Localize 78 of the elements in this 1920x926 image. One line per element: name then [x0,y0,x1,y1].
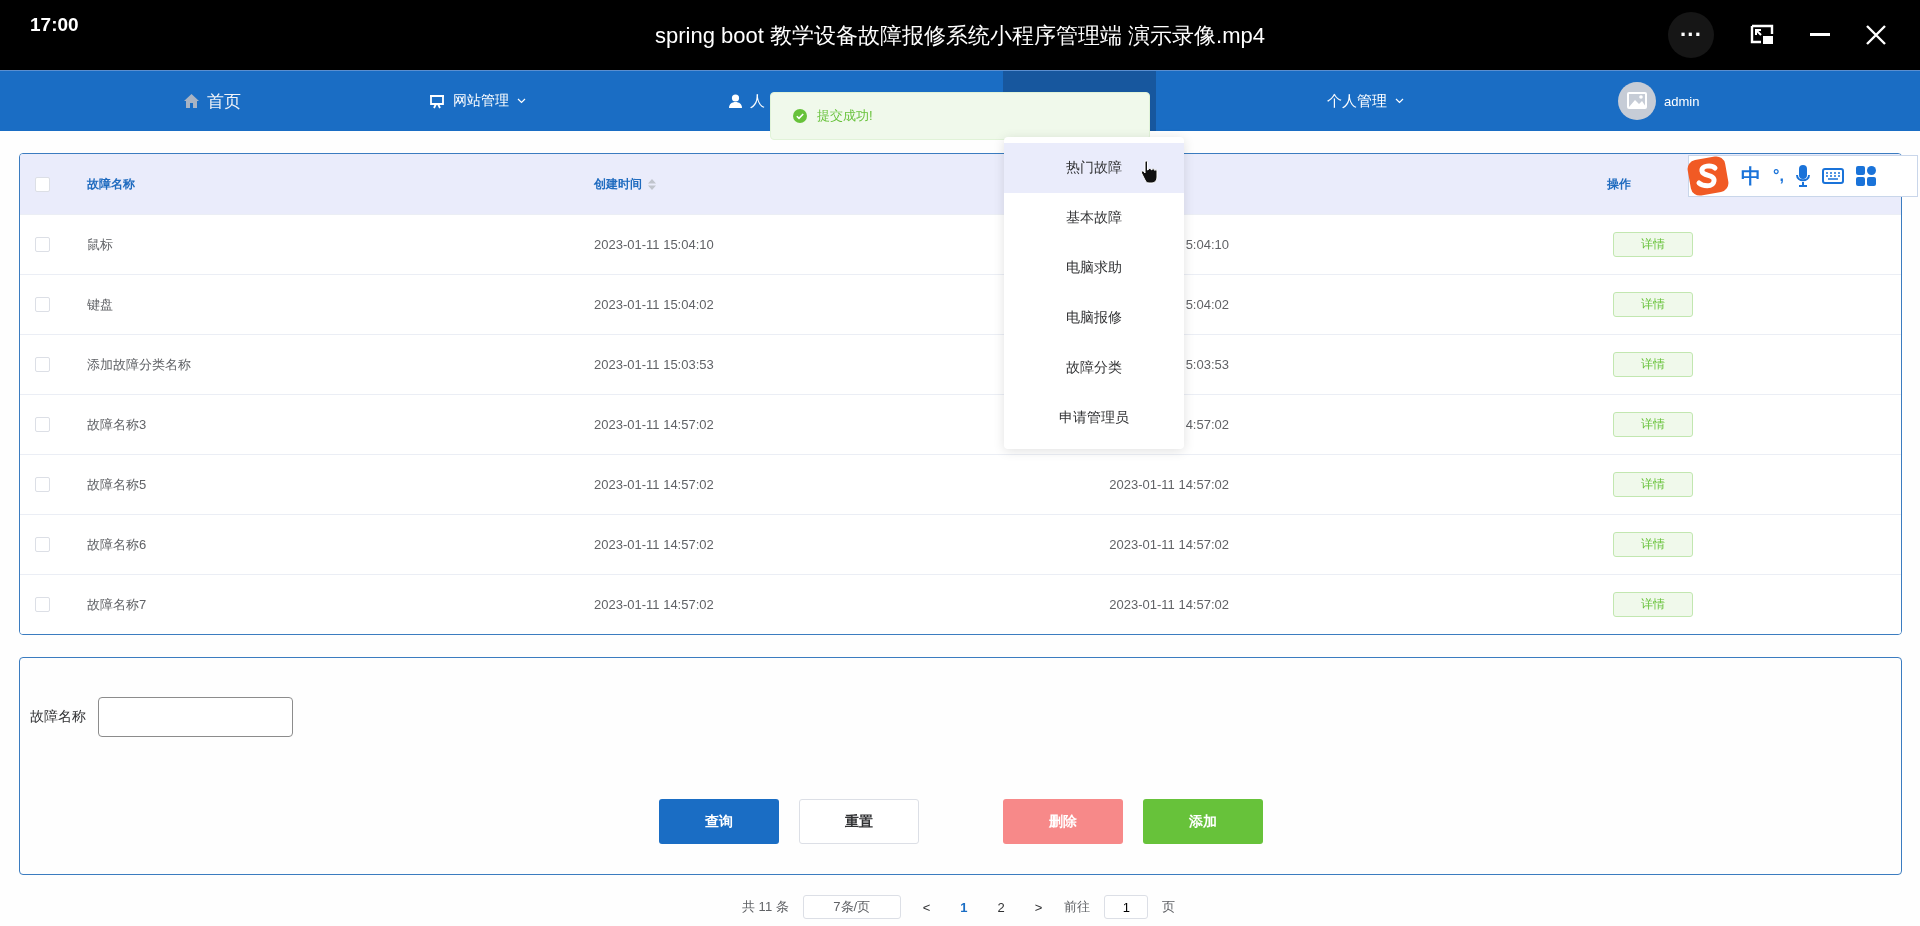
table-cell: 2023-01-11 14:57:02 [594,537,714,552]
table-cell: 鼠标 [87,235,113,254]
table-cell: 5:04:10 [1185,237,1229,252]
video-title: spring boot 教学设备故障报修系统小程序管理端 演示录像.mp4 [655,22,1265,50]
checkbox[interactable] [35,176,50,192]
hand-cursor-icon [1140,160,1158,184]
checkbox[interactable] [35,417,50,432]
page-suffix: 页 [1162,898,1176,916]
table-cell: 2023-01-11 14:57:02 [1109,537,1229,552]
user-icon [729,94,742,108]
page-size-select[interactable]: 7条/页 [802,895,901,919]
home-icon [184,94,199,108]
table-cell: 故障名称7 [87,595,147,614]
checkbox[interactable] [35,297,50,312]
checkbox[interactable] [35,477,50,492]
page-number[interactable]: 2 [989,899,1013,915]
table-cell: 2023-01-11 15:04:02 [594,297,714,312]
table-cell: 2023-01-11 14:57:02 [1109,597,1229,612]
checkbox[interactable] [35,537,50,552]
caret-icon [517,98,526,104]
table-cell: 2023-01-11 14:57:02 [594,597,714,612]
column-header: 创建时间 [594,175,642,193]
nav-item[interactable]: 网站管理 [409,71,546,131]
microphone-icon[interactable] [1795,165,1810,187]
avatar-icon [1618,82,1656,120]
table-cell: 2023-01-11 15:04:10 [594,237,714,252]
table-cell: 2023-01-11 14:57:02 [1109,477,1229,492]
table-cell: 2023-01-11 15:03:53 [594,357,714,372]
menu-item[interactable]: 电脑报修 [1004,293,1184,343]
name-input-field[interactable] [98,697,293,737]
query-button[interactable]: 查询 [658,799,779,844]
checkbox[interactable] [35,597,50,612]
table-cell: 2023-01-11 14:57:02 [594,477,714,492]
keyboard-icon[interactable] [1821,168,1844,184]
table-cell: 故障名称3 [87,415,147,434]
close-icon[interactable] [1866,25,1886,45]
page-number[interactable]: 1 [952,899,976,915]
menu-item[interactable]: 电脑求助 [1004,243,1184,293]
table-cell: 添加故障分类名称 [87,355,191,374]
table-cell: 5:04:02 [1185,297,1229,312]
menu-item[interactable]: 热门故障 [1004,143,1184,193]
checkbox[interactable] [35,357,50,372]
picture-in-picture-icon[interactable] [1750,24,1774,46]
input-mode[interactable]: 中 [1741,162,1761,190]
table-cell: 故障名称5 [87,475,147,494]
nav-item[interactable]: admin [1598,71,1720,131]
next-page-button[interactable]: > [1026,899,1051,915]
table-cell: 键盘 [87,295,113,314]
nav-item[interactable]: 首页 [164,71,261,131]
goto-label: 前往 [1064,898,1091,916]
total-count: 共 11 条 [742,898,789,916]
grid-icon[interactable] [1855,166,1876,186]
nav-item[interactable]: 人 [709,71,785,131]
clock-time: 17:00 [30,14,79,36]
reset-button[interactable]: 重置 [798,799,919,844]
field-label: 故障名称 [30,708,86,726]
table-cell: 故障名称6 [87,535,147,554]
caret-icon [1395,98,1404,104]
menu-item[interactable]: 基本故障 [1004,193,1184,243]
menu-item[interactable]: 申请管理员 [1004,393,1184,443]
prev-page-button[interactable]: < [914,899,939,915]
column-header: 操作 [1607,175,1631,193]
check-circle-icon [793,109,807,123]
checkbox[interactable] [35,237,50,252]
toast-message: 提交成功! [817,107,873,125]
table-cell: 4:57:02 [1185,417,1229,432]
nav-item[interactable]: 个人管理 [1307,71,1424,131]
column-header: 故障名称 [87,175,135,193]
more-button[interactable]: ··· [1668,12,1714,58]
monitor-icon [429,93,445,109]
punctuation-mode[interactable]: °, [1773,167,1784,185]
s-logo-icon[interactable] [1687,155,1729,197]
sort-icon[interactable] [648,178,656,190]
table-cell: 2023-01-11 14:57:02 [594,417,714,432]
page-input-field[interactable]: 1 [1104,895,1149,919]
menu-item[interactable]: 故障分类 [1004,343,1184,393]
minimize-icon[interactable] [1810,33,1830,37]
table-cell: 5:03:53 [1185,357,1229,372]
